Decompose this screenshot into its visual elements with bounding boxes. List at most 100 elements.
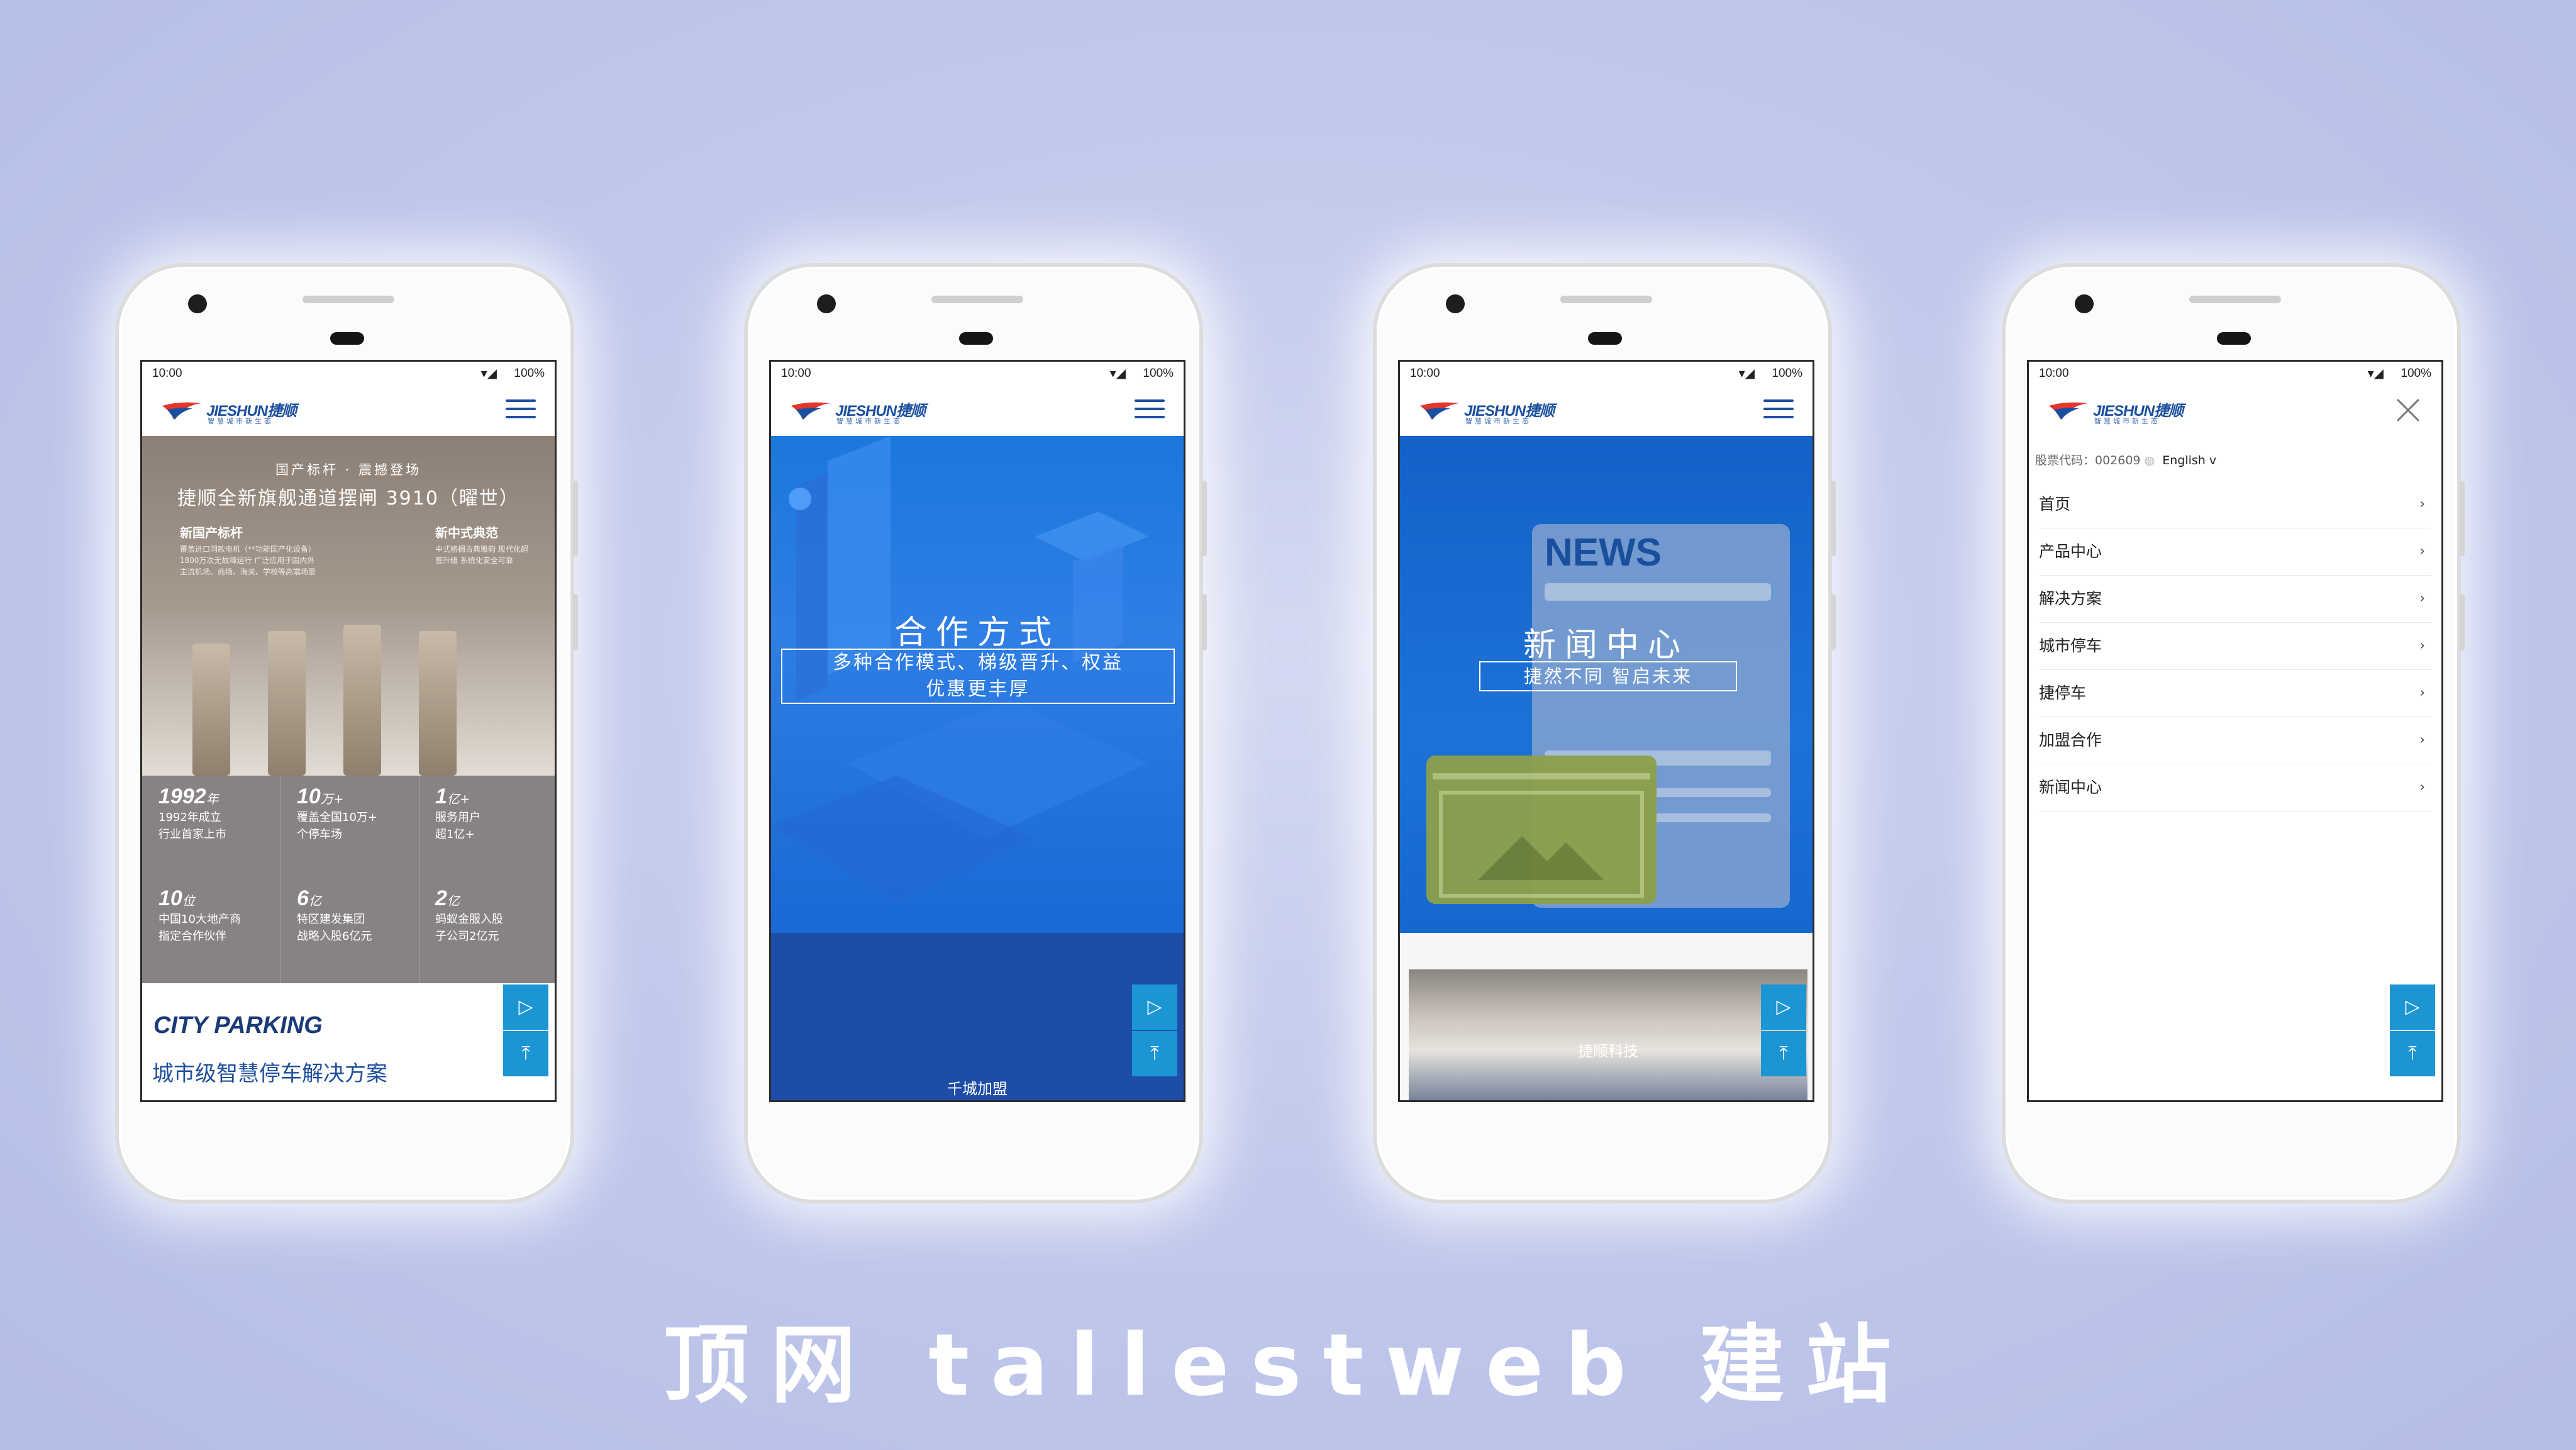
banner-subtitle: 国产标杆 · 震撼登场: [275, 462, 422, 477]
back-to-top-button[interactable]: ⤒: [1761, 1031, 1806, 1076]
signal-icon: ▾◢: [2367, 367, 2384, 381]
jieshun-logo[interactable]: JIESHUN捷顺 智慧城市新生态: [1419, 397, 1570, 427]
status-time: 10:00: [2039, 367, 2069, 380]
logo-slogan: 智慧城市新生态: [836, 417, 902, 425]
logo-swoosh-icon: [162, 402, 201, 420]
turnstile-gate-image: [192, 644, 230, 776]
hamburger-menu-icon[interactable]: [1763, 399, 1794, 421]
signal-icon: ▾◢: [480, 367, 497, 381]
banner-tagline-line1: 多种合作模式、梯级晋升、权益: [833, 652, 1123, 674]
site-header: JIESHUN捷顺 智慧城市新生态: [1400, 384, 1813, 436]
logo-swoosh-icon: [1420, 402, 1459, 420]
stat-item: 1992年 1992年成立 行业首家上市: [158, 784, 226, 841]
play-button[interactable]: ▷: [1132, 984, 1177, 1030]
nav-item-jieting[interactable]: 捷停车 ›: [2039, 670, 2431, 717]
news-banner[interactable]: NEWS 新闻中心 捷然不同 智启未来: [1400, 436, 1813, 933]
logo-swoosh-icon: [791, 402, 830, 420]
nav-item-home[interactable]: 首页 ›: [2039, 481, 2431, 528]
phone-mockup-2: 10:00 ▾◢ 100% JIESHUN捷顺 智慧城市新生态 合作方式 多种合…: [744, 263, 1207, 1203]
front-camera: [817, 294, 836, 313]
banner-title: 新闻中心: [1523, 627, 1689, 664]
phone-mockup-4: 10:00 ▾◢ 100% JIESHUN捷顺 智慧城市新生态 股票代码：002…: [2002, 263, 2465, 1203]
earpiece-speaker: [2189, 296, 2281, 303]
news-label: NEWS: [1545, 531, 1662, 574]
banner-tagline-box: 多种合作模式、梯级晋升、权益 优惠更丰厚: [781, 649, 1175, 704]
proximity-sensor: [1588, 332, 1622, 345]
feature-right: 新中式典范 中式格栅古典雅韵 现代化超感升级 系统化安全可靠: [435, 523, 530, 566]
globe-icon: ◍: [2144, 454, 2155, 467]
back-to-top-button[interactable]: ⤒: [503, 1031, 548, 1076]
jieshun-logo[interactable]: JIESHUN捷顺 智慧城市新生态: [790, 397, 941, 427]
status-bar: 10:00 ▾◢ 100%: [2029, 362, 2441, 384]
phone-screen: 10:00 ▾◢ 100% JIESHUN捷顺 智慧城市新生态 NEWS 新闻中…: [1398, 360, 1814, 1102]
chevron-right-icon: ›: [2419, 685, 2425, 701]
status-time: 10:00: [152, 367, 182, 380]
battery-level: 100%: [2401, 367, 2431, 380]
banner-title: 合作方式: [894, 614, 1060, 652]
stat-item: 10位 中国10大地产商 指定合作伙伴: [158, 886, 241, 943]
feature-left-title: 新国产标杆: [180, 525, 243, 540]
news-line: [1652, 788, 1771, 797]
hamburger-menu-icon[interactable]: [506, 399, 536, 421]
signal-icon: ▾◢: [1109, 367, 1126, 381]
nav-item-solutions[interactable]: 解决方案 ›: [2039, 576, 2431, 623]
earpiece-speaker: [931, 296, 1023, 303]
language-switcher[interactable]: English v: [2162, 454, 2216, 467]
site-header: JIESHUN捷顺 智慧城市新生态: [771, 384, 1184, 436]
company-stats: 1992年 1992年成立 行业首家上市 10万+ 覆盖全国10万+ 个停车场 1亿…: [142, 776, 555, 983]
nav-item-franchise[interactable]: 加盟合作 ›: [2039, 717, 2431, 764]
play-button[interactable]: ▷: [503, 984, 548, 1030]
turnstile-gate-image: [268, 631, 306, 776]
proximity-sensor: [959, 332, 993, 345]
jieshun-logo[interactable]: JIESHUN捷顺 智慧城市新生态: [2048, 397, 2199, 427]
site-header: JIESHUN捷顺 智慧城市新生态: [2029, 384, 2441, 436]
back-to-top-button[interactable]: ⤒: [2390, 1031, 2435, 1076]
logo-slogan: 智慧城市新生态: [208, 417, 274, 425]
logo-slogan: 智慧城市新生态: [2094, 417, 2160, 425]
earpiece-speaker: [303, 296, 394, 303]
banner-tagline-box: 捷然不同 智启未来: [1479, 661, 1737, 691]
nav-menu: 首页 › 产品中心 › 解决方案 › 城市停车 › 捷停车 › 加盟合作 › 新闻中心 ›: [2029, 481, 2441, 811]
site-header: JIESHUN捷顺 智慧城市新生态: [142, 384, 555, 436]
chevron-right-icon: ›: [2419, 496, 2425, 512]
battery-level: 100%: [514, 367, 545, 380]
play-button[interactable]: ▷: [1761, 984, 1806, 1030]
nav-item-products[interactable]: 产品中心 ›: [2039, 528, 2431, 576]
close-icon[interactable]: [2394, 396, 2423, 425]
front-camera: [1446, 294, 1465, 313]
phone-screen: 10:00 ▾◢ 100% JIESHUN捷顺 智慧城市新生态 国产标杆 · 震…: [140, 360, 557, 1102]
stat-item: 6亿 特区建发集团 战略入股6亿元: [297, 886, 372, 943]
battery-level: 100%: [1772, 367, 1802, 380]
chevron-right-icon: ›: [2419, 779, 2425, 795]
product-banner[interactable]: 国产标杆 · 震撼登场 捷顺全新旗舰通道摆闸 3910（曜世） 新国产标杆 覆盖…: [142, 436, 555, 776]
news-photo[interactable]: 捷顺科技: [1409, 969, 1807, 1100]
feature-right-title: 新中式典范: [435, 525, 498, 540]
join-link[interactable]: 千城加盟: [771, 1076, 1184, 1098]
chevron-right-icon: ›: [2419, 591, 2425, 606]
section-subtitle[interactable]: 城市级智慧停车解决方案: [152, 1056, 387, 1087]
stat-item: 2亿 蚂蚁金服入股 子公司2亿元: [435, 886, 503, 943]
status-bar: 10:00 ▾◢ 100%: [142, 362, 555, 384]
photo-banner-text: 捷顺科技: [1578, 1042, 1638, 1060]
proximity-sensor: [330, 332, 364, 345]
hamburger-menu-icon[interactable]: [1135, 399, 1165, 421]
play-button[interactable]: ▷: [2390, 984, 2435, 1030]
cooperation-banner[interactable]: 合作方式 多种合作模式、梯级晋升、权益 优惠更丰厚: [771, 436, 1184, 933]
signal-icon: ▾◢: [1738, 367, 1755, 381]
stat-item: 1亿+ 服务用户 超1亿+: [435, 784, 480, 841]
logo-slogan: 智慧城市新生态: [1465, 417, 1531, 425]
nav-item-city-parking[interactable]: 城市停车 ›: [2039, 623, 2431, 670]
phone-screen: 10:00 ▾◢ 100% JIESHUN捷顺 智慧城市新生态 股票代码：002…: [2027, 360, 2443, 1102]
chevron-right-icon: ›: [2419, 544, 2425, 559]
jieshun-logo[interactable]: JIESHUN捷顺 智慧城市新生态: [161, 397, 312, 427]
nav-item-news[interactable]: 新闻中心 ›: [2039, 764, 2431, 811]
feature-left: 新国产标杆 覆盖进口同款电机（**功能国产化设备）1800万次无故障运行 广泛应…: [180, 523, 318, 577]
image-card-icon: [1426, 756, 1657, 904]
earpiece-speaker: [1560, 296, 1652, 303]
back-to-top-button[interactable]: ⤒: [1132, 1031, 1177, 1076]
chevron-right-icon: ›: [2419, 732, 2425, 748]
feature-left-text: 覆盖进口同款电机（**功能国产化设备）1800万次无故障运行 广泛应用于国内外主…: [180, 545, 316, 576]
phone-screen: 10:00 ▾◢ 100% JIESHUN捷顺 智慧城市新生态 合作方式 多种合…: [769, 360, 1185, 1102]
turnstile-gate-image: [419, 631, 457, 776]
chevron-right-icon: ›: [2419, 638, 2425, 654]
